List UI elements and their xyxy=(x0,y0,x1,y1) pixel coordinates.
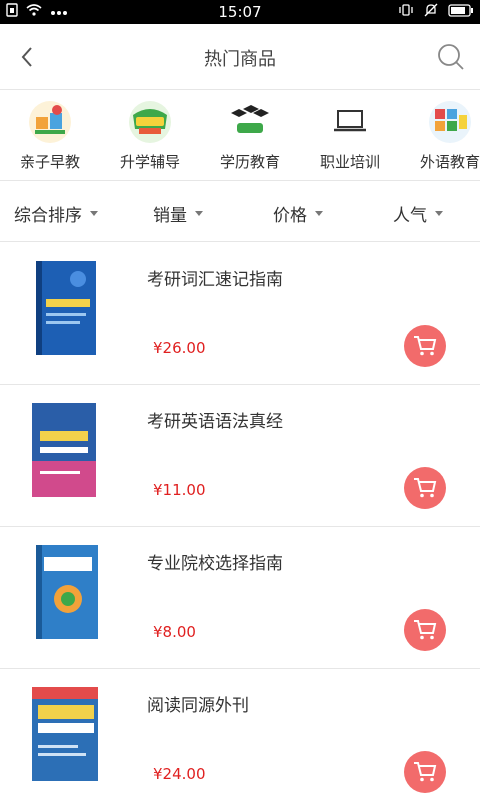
product-name: 阅读同源外刊 xyxy=(147,696,249,716)
book-cover-image xyxy=(30,259,102,359)
sort-label: 人气 xyxy=(393,206,427,226)
caret-down-icon xyxy=(435,211,443,216)
sort-comprehensive[interactable]: 综合排序 xyxy=(14,201,98,226)
mute-bell-icon xyxy=(424,3,438,21)
search-button[interactable] xyxy=(436,42,466,72)
book-cover-image xyxy=(30,685,102,785)
cart-icon xyxy=(414,762,437,782)
category-item-tutoring[interactable]: 升学辅导 xyxy=(100,91,200,180)
caret-down-icon xyxy=(195,211,203,216)
product-name: 考研英语语法真经 xyxy=(147,412,283,432)
sort-label: 销量 xyxy=(153,206,187,226)
status-bar: 15:07 xyxy=(0,0,480,24)
product-name: 专业院校选择指南 xyxy=(147,554,283,574)
product-price: ¥26.00 xyxy=(153,339,206,357)
category-item-kids[interactable]: 亲子早教 xyxy=(0,91,100,180)
category-label: 学历教育 xyxy=(219,153,280,171)
book-cover-image xyxy=(30,401,102,501)
page-title: 热门商品 xyxy=(204,49,276,70)
category-item-degree[interactable]: 学历教育 xyxy=(200,91,300,180)
product-list: 考研词汇速记指南 ¥26.00 考研英语语法真经 ¥11.00 专业院校选择指南… xyxy=(0,243,480,800)
add-to-cart-button[interactable] xyxy=(404,609,446,651)
sort-sales[interactable]: 销量 xyxy=(153,201,203,226)
product-row[interactable]: 考研词汇速记指南 ¥26.00 xyxy=(0,243,480,385)
category-label: 亲子早教 xyxy=(19,153,80,171)
product-price: ¥8.00 xyxy=(153,623,196,641)
product-price: ¥24.00 xyxy=(153,765,206,783)
app-header: 热门商品 xyxy=(0,24,480,90)
kids-education-icon xyxy=(27,99,73,145)
cart-icon xyxy=(414,620,437,640)
laptop-icon xyxy=(327,99,373,145)
vibrate-icon xyxy=(398,3,414,21)
product-row[interactable]: 考研英语语法真经 ¥11.00 xyxy=(0,385,480,527)
category-bar: 亲子早教 升学辅导 学历教育 职业培训 外语教育 xyxy=(0,91,480,181)
cart-icon xyxy=(414,478,437,498)
language-blocks-icon xyxy=(427,99,473,145)
search-icon xyxy=(438,44,464,70)
category-label: 职业培训 xyxy=(319,153,380,171)
add-to-cart-button[interactable] xyxy=(404,751,446,793)
product-price: ¥11.00 xyxy=(153,481,206,499)
caret-down-icon xyxy=(315,211,323,216)
caret-down-icon xyxy=(90,211,98,216)
product-row[interactable]: 专业院校选择指南 ¥8.00 xyxy=(0,527,480,669)
sort-label: 价格 xyxy=(273,206,307,226)
category-label: 外语教育 xyxy=(419,153,480,171)
add-to-cart-button[interactable] xyxy=(404,325,446,367)
category-item-vocational[interactable]: 职业培训 xyxy=(300,91,400,180)
sort-popularity[interactable]: 人气 xyxy=(393,201,443,226)
add-to-cart-button[interactable] xyxy=(404,467,446,509)
product-name: 考研词汇速记指南 xyxy=(147,270,283,290)
sort-price[interactable]: 价格 xyxy=(273,201,323,226)
sort-bar: 综合排序 销量 价格 人气 xyxy=(0,182,480,242)
graduation-cap-icon xyxy=(227,99,273,145)
book-cover-image xyxy=(30,543,102,643)
battery-icon xyxy=(448,3,474,21)
cart-icon xyxy=(414,336,437,356)
tutoring-icon xyxy=(127,99,173,145)
category-label: 升学辅导 xyxy=(119,153,180,171)
sort-label: 综合排序 xyxy=(14,206,82,226)
product-row[interactable]: 阅读同源外刊 ¥24.00 xyxy=(0,669,480,800)
category-item-language[interactable]: 外语教育 xyxy=(400,91,480,180)
